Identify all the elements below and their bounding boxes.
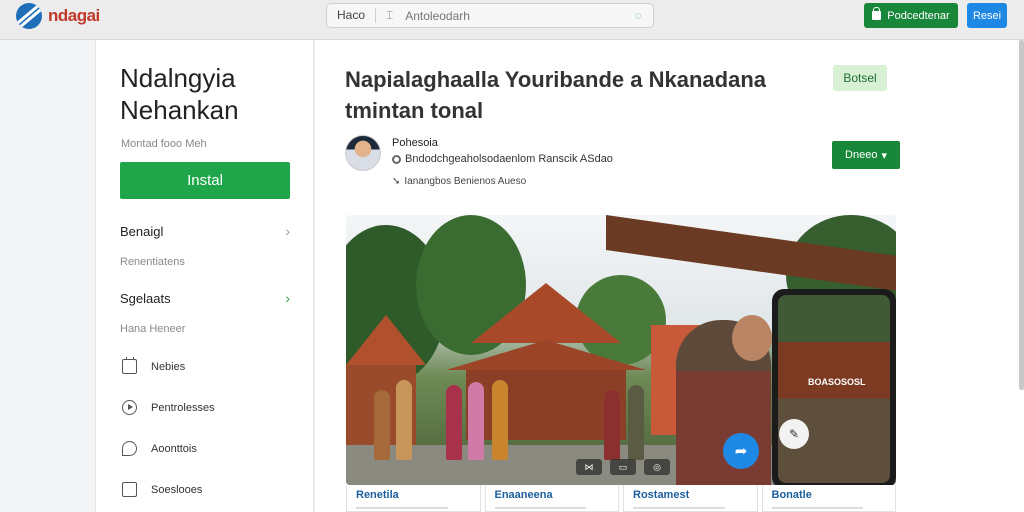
- sidebar-section-1[interactable]: Benaigl ›: [120, 223, 290, 239]
- status-badge: Botsel: [833, 65, 887, 91]
- share-icon[interactable]: ⋈: [576, 459, 602, 475]
- app-title: Ndalngyia Nehankan: [120, 62, 239, 126]
- forward-icon: ➦: [734, 443, 748, 460]
- header-primary-button[interactable]: Podcedtenar: [864, 3, 958, 28]
- settings-icon: [392, 154, 401, 164]
- square-icon: [122, 482, 137, 497]
- person: [492, 380, 508, 460]
- sidebar-item-label: Nebies: [151, 360, 186, 373]
- phone-mockup: BOASOSOSL ✎: [772, 289, 896, 485]
- related-card[interactable]: Renetila: [346, 485, 481, 512]
- phone-screen: BOASOSOSL ✎: [778, 295, 890, 483]
- author-name[interactable]: Pohesoia: [392, 137, 438, 149]
- page-scrollbar[interactable]: [1019, 40, 1024, 390]
- chevron-right-icon: ›: [285, 223, 290, 239]
- brand-logo[interactable]: ndagai: [16, 3, 100, 29]
- person: [396, 380, 412, 460]
- phone-action-button[interactable]: ✎: [779, 419, 809, 449]
- sidebar-item-label: Aoonttois: [151, 442, 197, 455]
- related-cards: Renetila Enaaneena Rostamest Bonatle: [346, 485, 896, 512]
- arrow-right-icon: ➘: [392, 176, 401, 187]
- article-panel: Napialaghaalla Youribande a Nkanadana tm…: [315, 40, 1024, 512]
- sidebar-item-1[interactable]: Nebies: [122, 357, 186, 374]
- app-title-line2: Nehankan: [120, 95, 239, 125]
- brand-name: ndagai: [48, 6, 100, 25]
- temple-body: [466, 370, 626, 440]
- install-button[interactable]: Instal: [120, 162, 290, 199]
- sidebar: Ndalngyia Nehankan Montad fooo Meh Insta…: [95, 40, 314, 512]
- card-placeholder-line: [771, 507, 864, 509]
- comment-icon[interactable]: ◎: [644, 459, 670, 475]
- search-input[interactable]: [405, 8, 629, 23]
- app-subtitle: Montad fooo Meh: [121, 138, 207, 150]
- house-roof: [346, 315, 426, 365]
- top-bar: ndagai Haco ⌶ ◌ Podcedtenar Resei: [0, 0, 1024, 40]
- header-secondary-button[interactable]: Resei: [967, 3, 1007, 28]
- sidebar-section-label: Sgelaats: [120, 290, 171, 306]
- sidebar-item-4[interactable]: Soeslooes: [122, 482, 202, 497]
- sidebar-item-2[interactable]: Pentrolesses: [122, 400, 215, 415]
- chat-icon: [122, 441, 137, 456]
- play-icon: [122, 400, 137, 415]
- sidebar-item-label: Soeslooes: [151, 483, 203, 496]
- app-title-line1: Ndalngyia: [120, 63, 236, 93]
- card-title: Bonatle: [771, 489, 812, 501]
- forward-button[interactable]: ➦: [723, 433, 759, 469]
- card-title: Enaaneena: [494, 489, 553, 501]
- person: [374, 390, 390, 460]
- lock-icon: [872, 7, 882, 20]
- bookmark-icon[interactable]: ▭: [610, 459, 636, 475]
- sidebar-section-sub: Renentiatens: [120, 256, 185, 268]
- sidebar-item-3[interactable]: Aoonttois: [122, 441, 197, 456]
- person: [468, 382, 484, 460]
- card-title: Renetila: [356, 489, 399, 501]
- search-bar[interactable]: Haco ⌶ ◌: [326, 3, 654, 28]
- card-placeholder-line: [356, 507, 448, 509]
- author-meta: Bndodchgeaholsodaenlom Ranscik ASdao: [392, 153, 613, 165]
- temple-roof: [471, 283, 621, 343]
- author-meta-text: Bndodchgeaholsodaenlom Ranscik ASdao: [405, 153, 613, 165]
- card-placeholder-line: [633, 507, 725, 509]
- chevron-down-icon: ▾: [881, 149, 887, 162]
- follow-label: Dneeo: [845, 149, 878, 161]
- related-card[interactable]: Bonatle: [761, 485, 896, 512]
- search-icon[interactable]: ◌: [629, 10, 647, 22]
- search-scope[interactable]: Haco: [327, 8, 377, 23]
- related-card[interactable]: Rostamest: [623, 485, 758, 512]
- header-primary-label: Podcedtenar: [887, 9, 950, 22]
- article-headline: Napialaghaalla Youribande a Nkanadana tm…: [345, 67, 766, 123]
- person: [446, 385, 462, 460]
- person-head: [732, 315, 772, 361]
- phone-label: BOASOSOSL: [808, 377, 866, 387]
- author-meta-secondary-text: Ianangbos Benienos Aueso: [404, 176, 527, 187]
- card-placeholder-line: [494, 507, 587, 509]
- calendar-icon: [122, 357, 137, 374]
- follow-button[interactable]: Dneeo ▾: [832, 141, 900, 169]
- sidebar-section-label: Benaigl: [120, 223, 164, 239]
- chevron-right-icon: ›: [285, 290, 290, 306]
- card-title: Rostamest: [633, 489, 690, 501]
- temple-roof-lower: [446, 340, 646, 370]
- photo-controls: ⋈ ▭ ◎: [576, 459, 670, 475]
- hero-image[interactable]: ⋈ ▭ ◎ ➦ BOASOSOSL ✎: [346, 215, 896, 485]
- author-meta-secondary: ➘ Ianangbos Benienos Aueso: [392, 176, 526, 187]
- mute-icon: ✎: [788, 427, 800, 441]
- sidebar-section-2[interactable]: Sgelaats ›: [120, 290, 290, 306]
- person: [604, 390, 620, 460]
- sidebar-section-sub: Hana Heneer: [120, 323, 186, 335]
- person: [628, 385, 644, 460]
- sidebar-item-label: Pentrolesses: [151, 401, 215, 414]
- related-card[interactable]: Enaaneena: [484, 485, 619, 512]
- author-avatar[interactable]: [345, 135, 381, 171]
- text-cursor-icon: ⌶: [386, 8, 394, 22]
- logo-icon: [16, 3, 42, 29]
